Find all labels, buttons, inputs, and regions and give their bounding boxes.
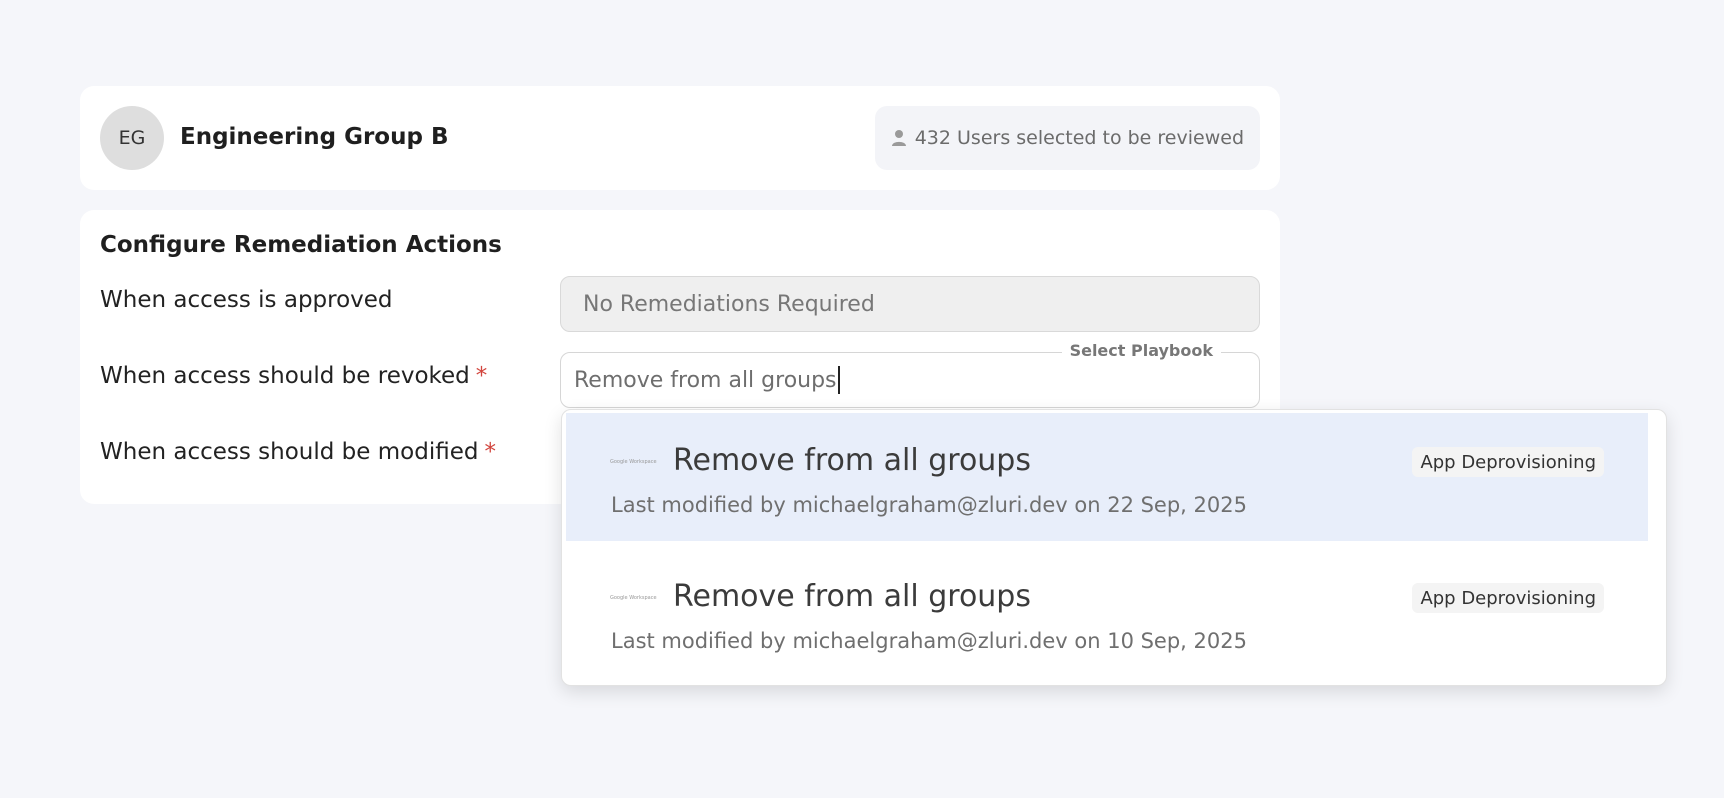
playbook-input-value: Remove from all groups (574, 367, 837, 393)
approved-field: No Remediations Required (560, 276, 1260, 332)
modified-label-text: When access should be modified (100, 439, 479, 465)
playbook-option-subtitle: Last modified by michaelgraham@zluri.dev… (611, 493, 1247, 517)
playbook-search-input[interactable]: Remove from all groups Select Playbook (560, 341, 1260, 408)
revoked-label-text: When access should be revoked (100, 363, 470, 389)
playbook-option-title: Remove from all groups (673, 579, 1031, 614)
playbook-dropdown: Google Workspace Remove from all groups … (561, 409, 1667, 686)
revoked-label: When access should be revoked * (100, 363, 487, 389)
playbook-type-badge: App Deprovisioning (1412, 583, 1604, 613)
modified-label: When access should be modified * (100, 439, 496, 465)
google-workspace-logo-icon: Google Workspace (610, 459, 657, 465)
person-icon (891, 129, 907, 147)
playbook-option-title: Remove from all groups (673, 443, 1031, 478)
users-selected-text: 432 Users selected to be reviewed (914, 127, 1244, 149)
group-title: Engineering Group B (180, 124, 449, 150)
text-caret (837, 366, 840, 394)
approved-label: When access is approved (100, 287, 393, 313)
required-mark: * (484, 439, 496, 465)
select-playbook-label: Select Playbook (1061, 341, 1221, 360)
playbook-type-badge: App Deprovisioning (1412, 447, 1604, 477)
playbook-option-subtitle: Last modified by michaelgraham@zluri.dev… (611, 629, 1247, 653)
required-mark: * (475, 363, 488, 389)
group-header-card: EG Engineering Group B 432 Users selecte… (80, 86, 1280, 190)
playbook-option[interactable]: Google Workspace Remove from all groups … (566, 413, 1648, 541)
section-title: Configure Remediation Actions (100, 232, 502, 258)
avatar: EG (100, 106, 164, 170)
users-selected-badge[interactable]: 432 Users selected to be reviewed (874, 106, 1260, 170)
google-workspace-logo-icon: Google Workspace (610, 595, 657, 601)
playbook-option[interactable]: Google Workspace Remove from all groups … (566, 549, 1648, 677)
